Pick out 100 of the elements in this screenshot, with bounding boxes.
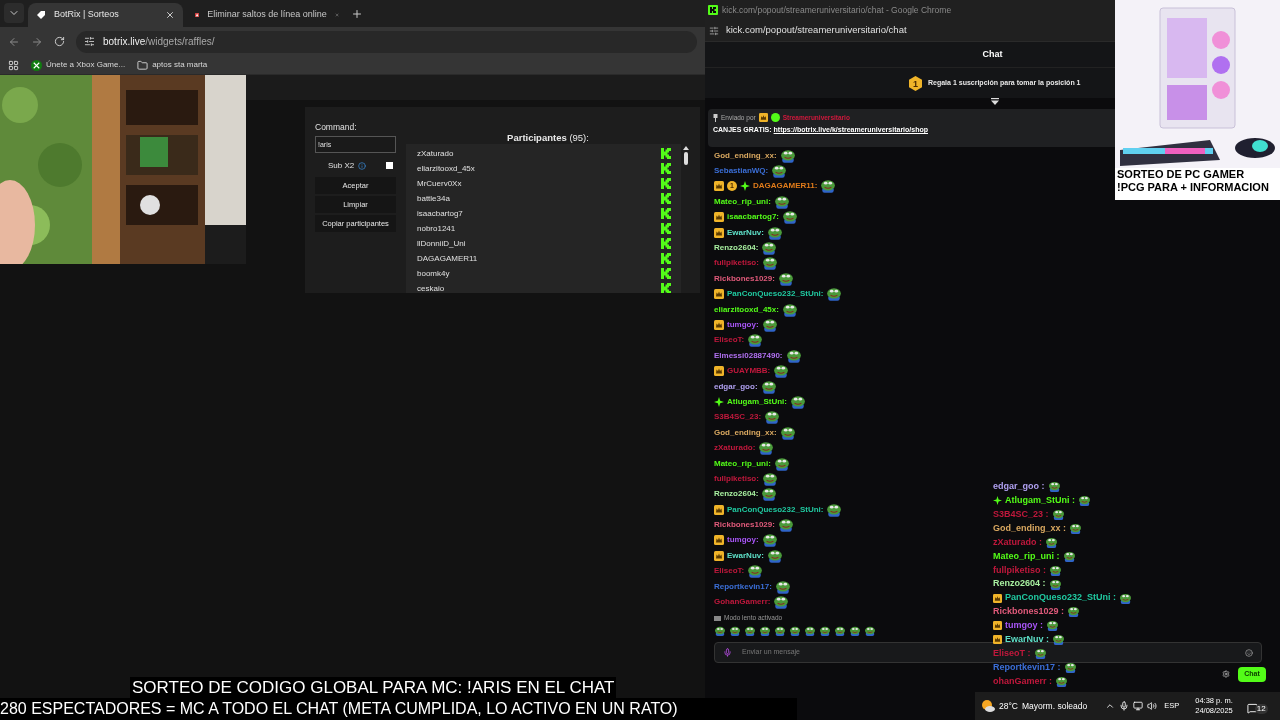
chat-username[interactable]: edgar_goo : xyxy=(993,480,1045,494)
chat-username[interactable]: Mateo_rip_uni: xyxy=(714,457,771,470)
chat-username[interactable]: Renzo2604: xyxy=(714,242,759,255)
emoji-icon[interactable] xyxy=(1245,648,1253,657)
participant-name: MrCuerv0Xx xyxy=(417,177,462,190)
emote-icon xyxy=(1048,578,1062,590)
browser-tab[interactable]: Eliminar saltos de línea online xyxy=(187,3,347,27)
rank-hexagon-badge: 1 xyxy=(908,75,923,91)
emote-icon xyxy=(771,164,788,179)
chat-username[interactable]: Elmessi02887490: xyxy=(714,349,783,362)
emote-icon xyxy=(761,318,778,332)
info-icon[interactable] xyxy=(358,161,367,170)
chat-username[interactable]: Rickbones1029 : xyxy=(993,605,1065,619)
emote-icon xyxy=(747,564,764,579)
emote-icon xyxy=(864,626,876,636)
chat-username[interactable]: Mateo_rip_uni: xyxy=(714,195,771,208)
chat-username[interactable]: Rickbones1029: xyxy=(714,272,775,285)
checkbox[interactable] xyxy=(386,162,394,170)
emote-icon xyxy=(1045,537,1058,548)
scroll-down-icon[interactable] xyxy=(991,98,999,105)
new-tab-icon[interactable] xyxy=(351,8,363,20)
chat-username[interactable]: Atlugam_StUni : xyxy=(1005,494,1075,508)
emote-icon xyxy=(729,626,741,636)
emote-icon xyxy=(1047,481,1061,493)
settings-icon[interactable] xyxy=(1222,670,1230,678)
emote-icon xyxy=(774,626,786,636)
chat-username[interactable]: Atlugam_StUni: xyxy=(727,395,787,408)
emote-icon xyxy=(714,626,726,636)
scroll-up-icon[interactable] xyxy=(682,146,689,150)
crown-badge-icon xyxy=(714,550,724,561)
participant-name: ceskaio xyxy=(417,282,445,293)
tab-list-button[interactable] xyxy=(4,3,24,23)
emote-icon xyxy=(1055,675,1068,687)
sparkle-badge-icon xyxy=(740,181,750,192)
site-settings-icon[interactable] xyxy=(709,25,719,36)
chat-username[interactable]: Renzo2604 : xyxy=(993,577,1046,591)
chevron-up-icon[interactable] xyxy=(1105,701,1116,711)
participant-name: llDonniiD_Uni xyxy=(417,237,466,250)
chat-username[interactable]: God_ending_xx : xyxy=(993,521,1066,536)
bookmark[interactable]: aptos sta marta xyxy=(137,59,208,71)
bookmark[interactable]: Únete a Xbox Game... xyxy=(31,59,126,71)
emote-icon xyxy=(761,241,778,256)
weather-icon[interactable] xyxy=(981,699,995,713)
chat-username[interactable]: EwarNuv: xyxy=(727,549,764,562)
mic-icon[interactable] xyxy=(1119,701,1130,711)
reload-icon[interactable] xyxy=(54,36,65,47)
emote-icon xyxy=(790,394,806,409)
emote-icon xyxy=(779,148,796,163)
slow-mode-icon xyxy=(714,615,721,621)
chat-username[interactable]: edgar_goo: xyxy=(714,380,758,393)
emote-icon xyxy=(1067,606,1081,618)
chat-username[interactable]: EwarNuv: xyxy=(727,226,764,239)
emote-icon xyxy=(1051,509,1065,521)
crown-badge-icon xyxy=(758,113,768,122)
tag-icon xyxy=(36,10,46,20)
scroll-thumb[interactable] xyxy=(683,152,688,165)
promo-caption: !PCG PARA + INFORMACION xyxy=(1116,181,1270,194)
pin-icon xyxy=(713,113,718,122)
chat-username[interactable]: SebastianWQ: xyxy=(714,165,769,178)
emote-icon xyxy=(820,179,837,194)
address-field[interactable]: botrix.live/widgets/raffles/ xyxy=(76,30,697,53)
participant-name: battle34a xyxy=(417,192,450,205)
chat-username[interactable]: God_ending_xx: xyxy=(714,426,777,439)
emote-icon xyxy=(782,210,799,225)
speaker-icon[interactable] xyxy=(1147,701,1158,711)
chat-username[interactable]: tumgoy : xyxy=(1005,619,1043,633)
chat-username[interactable]: Rickbones1029: xyxy=(714,519,775,532)
chat-username[interactable]: Renzo2604: xyxy=(714,488,759,501)
emote-icon xyxy=(777,271,794,286)
kick-logo-icon xyxy=(661,163,671,174)
chat-username[interactable]: Mateo_rip_uni : xyxy=(993,549,1060,564)
back-icon[interactable] xyxy=(8,35,20,48)
chat-username[interactable]: PanConQueso232_StUni: xyxy=(727,503,824,516)
emote-icon xyxy=(773,595,790,609)
emote-icon xyxy=(766,225,783,240)
chat-username[interactable]: isaacbartog7: xyxy=(727,211,780,224)
emote-icon xyxy=(1062,550,1076,562)
apps-icon[interactable] xyxy=(8,59,19,71)
chat-username[interactable]: Reportkevin17 : xyxy=(993,660,1061,675)
network-icon[interactable] xyxy=(1133,701,1144,711)
notification-icon[interactable] xyxy=(1246,703,1258,714)
chat-username[interactable]: DAGAGAMER11: xyxy=(753,180,818,193)
site-settings-icon xyxy=(84,36,95,47)
chat-username[interactable]: Reportkevin17: xyxy=(714,580,772,593)
emote-icon xyxy=(747,333,764,348)
chat-username[interactable]: tumgoy: xyxy=(727,319,759,331)
participant-name: isaacbartog7 xyxy=(417,207,463,220)
crown-badge-icon xyxy=(993,593,1002,603)
emote-icon xyxy=(774,579,791,594)
chat-username[interactable]: tumgoy: xyxy=(727,534,759,547)
browser-tab[interactable]: BotRix | Sorteos xyxy=(28,3,183,27)
close-icon[interactable] xyxy=(165,10,175,20)
emote-icon xyxy=(777,518,794,533)
emote-icon xyxy=(779,425,796,440)
emote-icon xyxy=(834,626,846,636)
kick-logo-icon xyxy=(661,223,671,234)
chat-username[interactable]: PanConQueso232_StUni : xyxy=(1005,591,1117,605)
chat-username[interactable]: God_ending_xx: xyxy=(714,149,777,162)
chat-username[interactable]: PanConQueso232_StUni: xyxy=(727,288,824,301)
chat-username[interactable]: eliarzitooxd_45x: xyxy=(714,303,779,316)
